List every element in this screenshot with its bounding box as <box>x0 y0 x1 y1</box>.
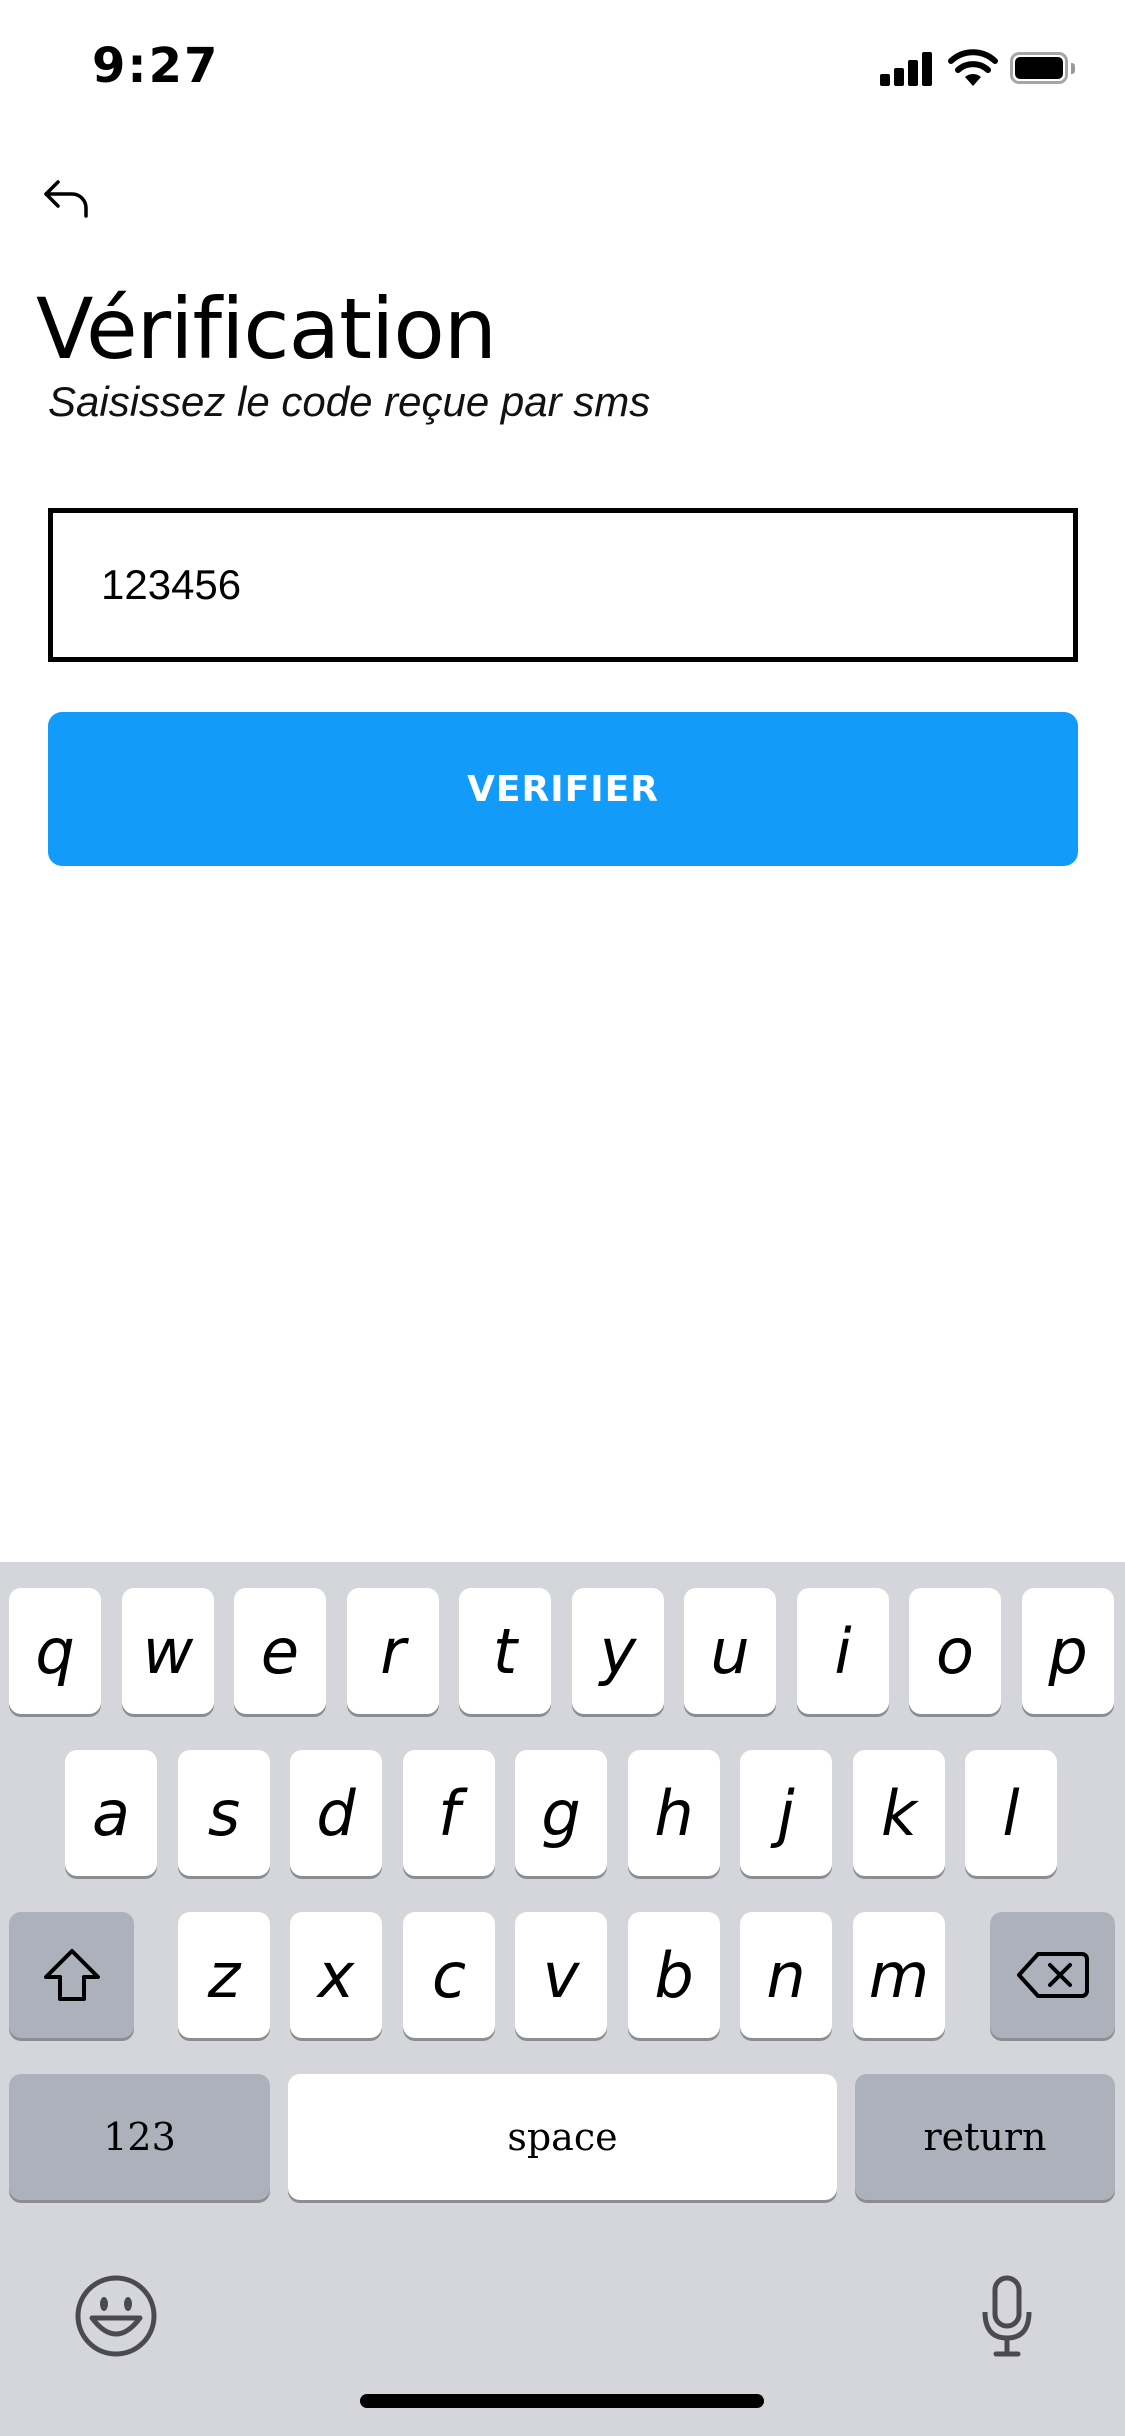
verify-button[interactable]: VERIFIER <box>48 712 1078 866</box>
key-y[interactable]: y <box>572 1588 664 1714</box>
key-f[interactable]: f <box>403 1750 495 1876</box>
key-s[interactable]: s <box>178 1750 270 1876</box>
key-k[interactable]: k <box>853 1750 945 1876</box>
key-l[interactable]: l <box>965 1750 1057 1876</box>
key-b[interactable]: b <box>628 1912 720 2038</box>
key-u[interactable]: u <box>684 1588 776 1714</box>
key-j[interactable]: j <box>740 1750 832 1876</box>
key-g[interactable]: g <box>515 1750 607 1876</box>
key-q[interactable]: q <box>9 1588 101 1714</box>
space-key[interactable]: space <box>288 2074 837 2200</box>
delete-key[interactable] <box>990 1912 1115 2038</box>
key-d[interactable]: d <box>290 1750 382 1876</box>
status-time: 9:27 <box>92 38 220 94</box>
key-v[interactable]: v <box>515 1912 607 2038</box>
shift-key[interactable] <box>9 1912 134 2038</box>
keyboard: q w e r t y u i o p a s d f g h j k l z … <box>0 1562 1125 2436</box>
battery-icon <box>1010 52 1076 86</box>
key-i[interactable]: i <box>797 1588 889 1714</box>
key-x[interactable]: x <box>290 1912 382 2038</box>
microphone-icon[interactable] <box>980 2274 1034 2358</box>
key-e[interactable]: e <box>234 1588 326 1714</box>
page-title: Vérification <box>36 280 497 378</box>
key-h[interactable]: h <box>628 1750 720 1876</box>
sms-code-input[interactable] <box>48 508 1078 662</box>
page-subtitle: Saisissez le code reçue par sms <box>48 378 651 425</box>
key-z[interactable]: z <box>178 1912 270 2038</box>
delete-icon <box>1016 1952 1089 1998</box>
emoji-icon[interactable] <box>74 2274 158 2358</box>
key-n[interactable]: n <box>740 1912 832 2038</box>
key-m[interactable]: m <box>853 1912 945 2038</box>
home-indicator <box>360 2394 764 2408</box>
shift-icon <box>43 1949 100 2001</box>
key-p[interactable]: p <box>1022 1588 1114 1714</box>
return-key[interactable]: return <box>855 2074 1115 2200</box>
numbers-key[interactable]: 123 <box>9 2074 270 2200</box>
key-r[interactable]: r <box>347 1588 439 1714</box>
key-a[interactable]: a <box>65 1750 157 1876</box>
wifi-icon <box>948 49 998 86</box>
key-w[interactable]: w <box>122 1588 214 1714</box>
signal-icon <box>880 52 936 86</box>
back-arrow-icon[interactable] <box>36 168 100 232</box>
key-o[interactable]: o <box>909 1588 1001 1714</box>
key-c[interactable]: c <box>403 1912 495 2038</box>
key-t[interactable]: t <box>459 1588 551 1714</box>
